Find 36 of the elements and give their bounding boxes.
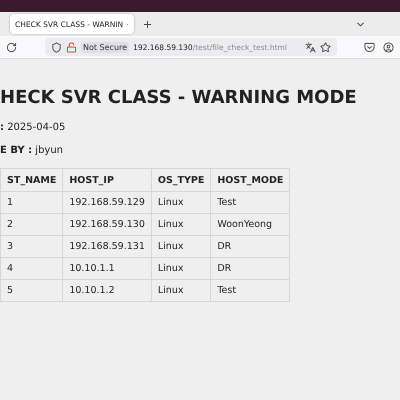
column-header: HOST_IP — [62, 168, 152, 192]
table-cell: Linux — [151, 192, 211, 214]
table-cell: 192.168.59.131 — [62, 236, 152, 258]
table-cell: Test — [210, 280, 290, 302]
new-tab-icon[interactable] — [142, 18, 153, 30]
pocket-icon[interactable] — [364, 42, 375, 52]
table-cell: 4 — [0, 258, 63, 280]
table-cell: Linux — [151, 236, 211, 258]
translate-icon[interactable] — [305, 42, 316, 52]
account-icon[interactable] — [383, 42, 394, 52]
table-cell: WoonYeong — [210, 214, 290, 236]
table-cell: Linux — [151, 214, 211, 236]
table-cell: 2 — [0, 214, 63, 236]
column-header: HOST_MODE — [210, 168, 290, 192]
meta-text: E BY : jbyun — [0, 145, 64, 156]
table-cell: Test — [210, 192, 290, 214]
lock-icon[interactable] — [66, 42, 77, 52]
table-cell: 10.10.1.1 — [62, 258, 152, 280]
table-cell: DR — [210, 258, 290, 280]
table-cell: Linux — [151, 280, 211, 302]
reload-icon[interactable] — [6, 42, 17, 52]
table-cell: 1 — [0, 192, 63, 214]
security-label[interactable]: Not Secure — [81, 42, 130, 52]
table-cell: 192.168.59.130 — [62, 214, 152, 236]
shield-icon[interactable] — [51, 42, 62, 52]
table-cell: DR — [210, 236, 290, 258]
star-icon[interactable] — [320, 42, 331, 52]
meta-text: : 2025-04-05 — [0, 122, 66, 133]
table-cell: 192.168.59.129 — [62, 192, 152, 214]
table-cell: 3 — [0, 236, 63, 258]
table-cell: 10.10.1.2 — [62, 280, 152, 302]
table-cell: Linux — [151, 258, 211, 280]
table-cell: 5 — [0, 280, 63, 302]
page-title: HECK SVR CLASS - WARNING MODE — [0, 87, 358, 108]
column-header: ST_NAME — [0, 168, 63, 192]
column-header: OS_TYPE — [151, 168, 211, 192]
